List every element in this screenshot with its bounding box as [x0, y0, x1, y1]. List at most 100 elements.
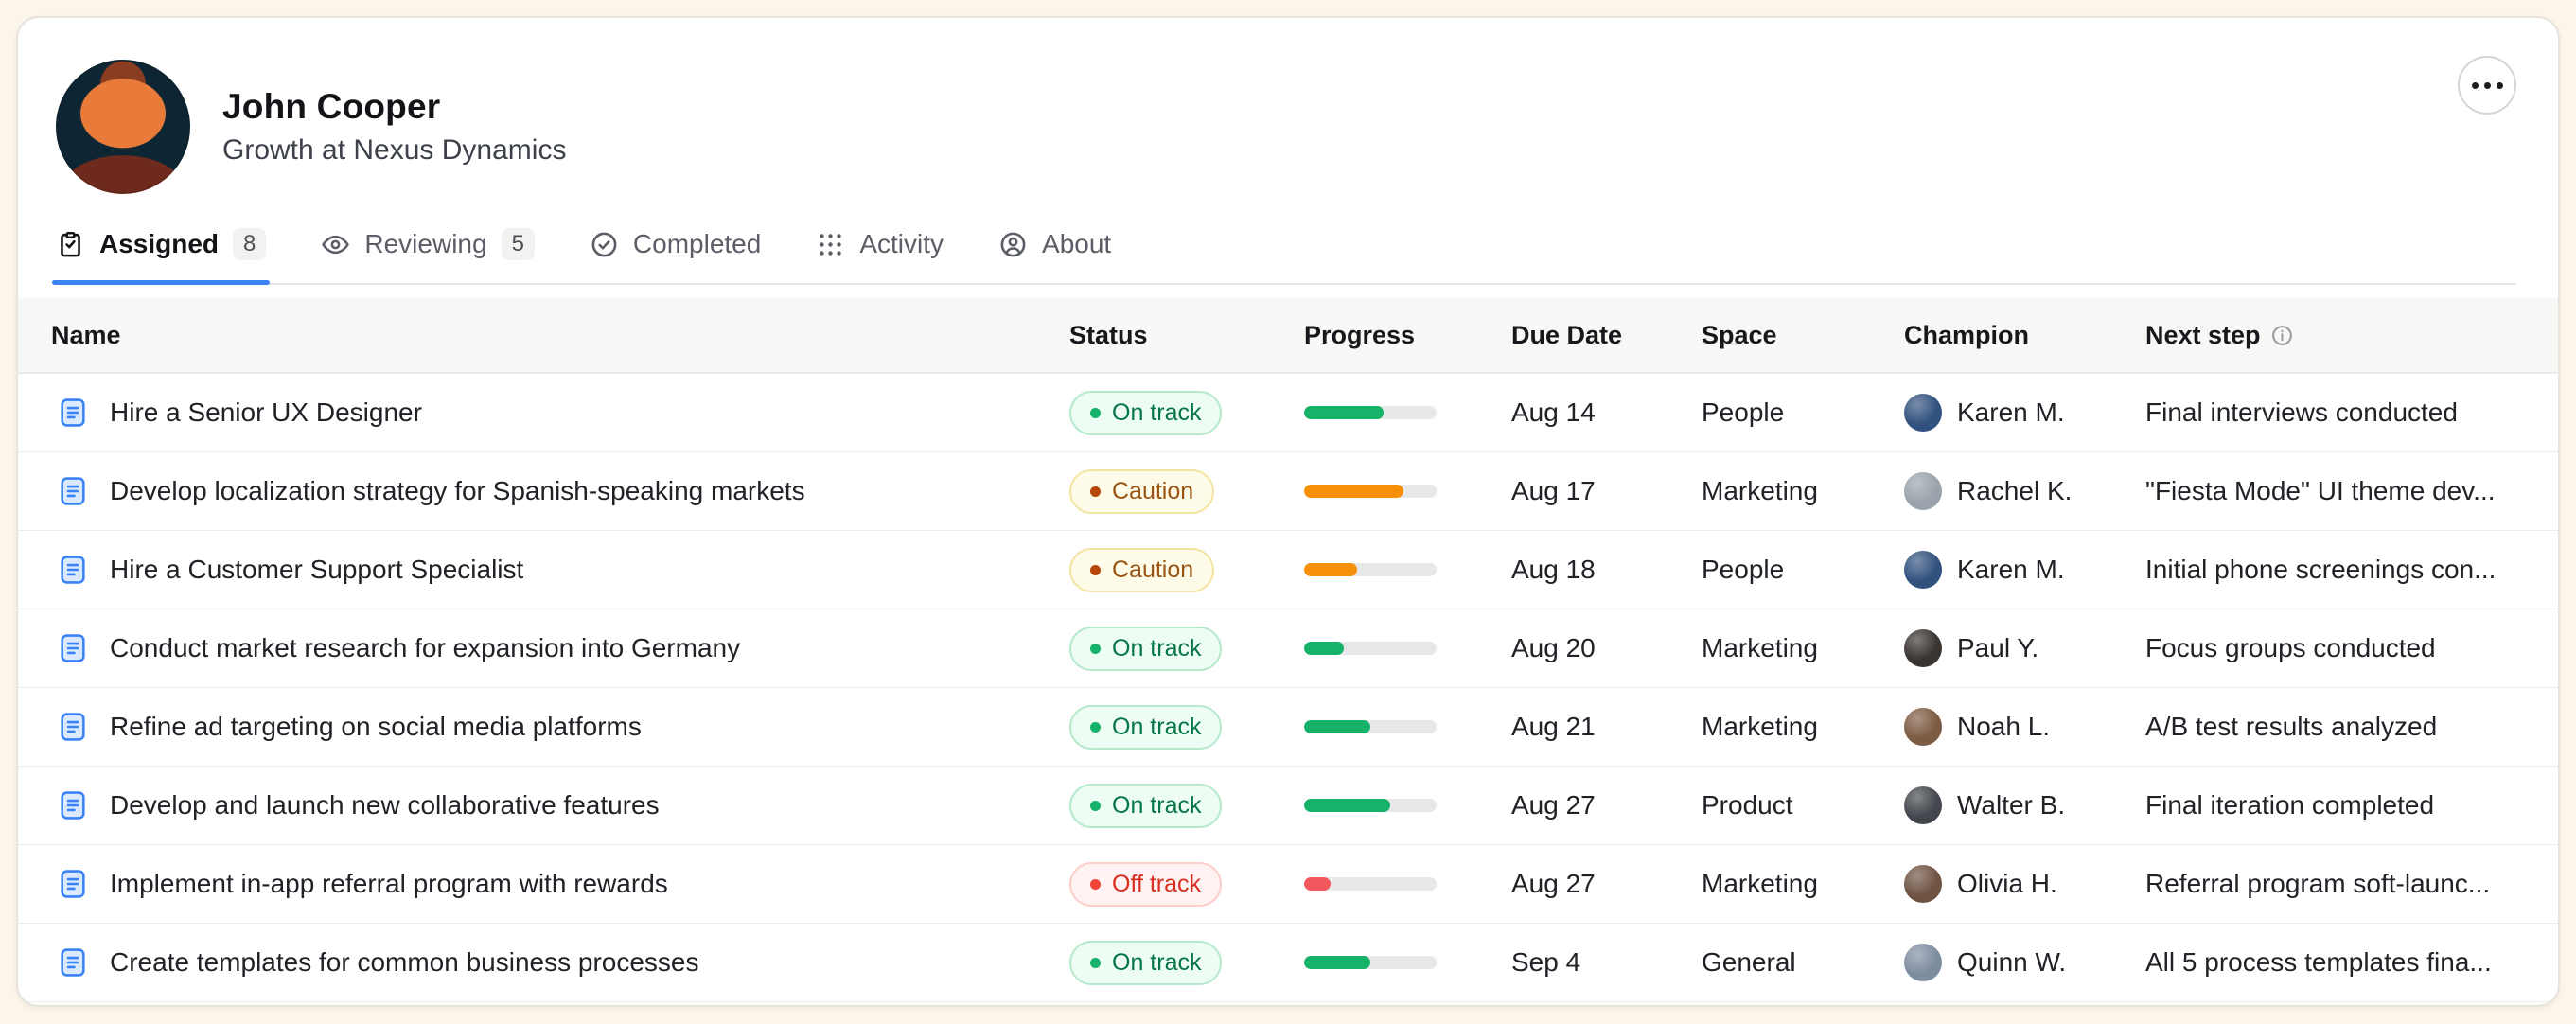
task-name-cell: Create templates for common business pro… [51, 946, 1069, 979]
status-dot-icon [1090, 958, 1101, 968]
status-cell: Off track [1069, 862, 1304, 907]
column-header-name: Name [51, 321, 1069, 350]
profile-header: John Cooper Growth at Nexus Dynamics [56, 60, 2516, 194]
space-cell: Marketing [1702, 869, 1904, 899]
status-cell: On track [1069, 627, 1304, 671]
champion-name: Karen M. [1957, 555, 2065, 585]
progress-bar [1304, 563, 1437, 576]
table-row[interactable]: Implement in-app referral program with r… [18, 845, 2558, 924]
table-body: Hire a Senior UX Designer On track Aug 1… [18, 374, 2558, 1002]
status-badge: On track [1069, 391, 1222, 435]
tab-label: About [1042, 229, 1111, 259]
column-header-label: Space [1702, 321, 1777, 350]
champion-name: Walter B. [1957, 790, 2065, 821]
champion-cell: Olivia H. [1904, 865, 2145, 903]
task-name: Implement in-app referral program with r… [110, 869, 668, 899]
column-header-label: Champion [1904, 321, 2029, 350]
progress-fill [1304, 642, 1344, 655]
tab-label: Completed [633, 229, 761, 259]
tab-count-badge: 5 [502, 228, 535, 260]
space-cell: People [1702, 555, 1904, 585]
table-row[interactable]: Refine ad targeting on social media plat… [18, 688, 2558, 767]
status-dot-icon [1090, 722, 1101, 733]
column-header-label: Status [1069, 321, 1148, 350]
next-step-cell: Focus groups conducted [2145, 633, 2530, 663]
info-icon[interactable] [2270, 324, 2294, 347]
progress-cell [1304, 799, 1511, 812]
champion-name: Noah L. [1957, 712, 2050, 742]
profile-avatar [56, 60, 190, 194]
champion-avatar [1904, 629, 1942, 667]
progress-bar [1304, 485, 1437, 498]
table-row[interactable]: Develop localization strategy for Spanis… [18, 452, 2558, 531]
space-cell: General [1702, 947, 1904, 978]
next-step-cell: Initial phone screenings con... [2145, 555, 2530, 585]
due-date-cell: Aug 21 [1511, 712, 1702, 742]
task-name-cell: Hire a Senior UX Designer [51, 397, 1069, 429]
champion-cell: Noah L. [1904, 708, 2145, 746]
champion-avatar [1904, 551, 1942, 589]
progress-cell [1304, 642, 1511, 655]
status-dot-icon [1090, 486, 1101, 497]
due-date-cell: Aug 27 [1511, 790, 1702, 821]
table-row[interactable]: Conduct market research for expansion in… [18, 609, 2558, 688]
tab-label: Activity [859, 229, 944, 259]
table-header: NameStatusProgressDue DateSpaceChampionN… [18, 298, 2558, 374]
task-name: Hire a Senior UX Designer [110, 397, 422, 428]
champion-avatar [1904, 708, 1942, 746]
document-icon [57, 632, 89, 664]
tab-about[interactable]: About [998, 228, 1111, 283]
status-badge: On track [1069, 784, 1222, 828]
space-cell: People [1702, 397, 1904, 428]
table-row[interactable]: Hire a Senior UX Designer On track Aug 1… [18, 374, 2558, 452]
tab-reviewing[interactable]: Reviewing 5 [321, 228, 535, 283]
status-label: On track [1112, 792, 1201, 820]
document-icon [57, 789, 89, 821]
tab-assigned[interactable]: Assigned 8 [56, 228, 266, 283]
status-badge: On track [1069, 627, 1222, 671]
grid-icon [816, 230, 845, 259]
status-cell: On track [1069, 941, 1304, 985]
tab-activity[interactable]: Activity [816, 228, 944, 283]
status-cell: Caution [1069, 548, 1304, 592]
champion-cell: Paul Y. [1904, 629, 2145, 667]
progress-bar [1304, 956, 1437, 969]
progress-cell [1304, 406, 1511, 419]
ellipsis-icon [2472, 82, 2479, 89]
champion-name: Karen M. [1957, 397, 2065, 428]
progress-fill [1304, 956, 1370, 969]
table-row[interactable]: Create templates for common business pro… [18, 924, 2558, 1002]
status-cell: On track [1069, 705, 1304, 750]
tab-completed[interactable]: Completed [590, 228, 761, 283]
task-name-cell: Refine ad targeting on social media plat… [51, 711, 1069, 743]
task-name: Conduct market research for expansion in… [110, 633, 740, 663]
next-step-cell: "Fiesta Mode" UI theme dev... [2145, 476, 2530, 506]
card-header: John Cooper Growth at Nexus Dynamics Ass… [18, 18, 2558, 285]
profile-subtitle: Growth at Nexus Dynamics [222, 134, 566, 167]
table-row[interactable]: Develop and launch new collaborative fea… [18, 767, 2558, 845]
due-date-cell: Aug 27 [1511, 869, 1702, 899]
champion-name: Quinn W. [1957, 947, 2066, 978]
champion-avatar [1904, 865, 1942, 903]
column-header-due-date: Due Date [1511, 321, 1702, 350]
table-row[interactable]: Hire a Customer Support Specialist Cauti… [18, 531, 2558, 609]
next-step-cell: Referral program soft-launc... [2145, 869, 2530, 899]
column-header-space: Space [1702, 321, 1904, 350]
champion-name: Olivia H. [1957, 869, 2057, 899]
champion-avatar [1904, 394, 1942, 432]
space-cell: Marketing [1702, 476, 1904, 506]
next-step-cell: Final interviews conducted [2145, 397, 2530, 428]
document-icon [57, 711, 89, 743]
status-badge: On track [1069, 705, 1222, 750]
task-name: Develop and launch new collaborative fea… [110, 790, 660, 821]
progress-fill [1304, 485, 1403, 498]
progress-fill [1304, 720, 1370, 733]
space-cell: Marketing [1702, 712, 1904, 742]
profile-name: John Cooper [222, 87, 566, 127]
progress-bar [1304, 799, 1437, 812]
progress-cell [1304, 720, 1511, 733]
progress-fill [1304, 799, 1390, 812]
clipboard-icon [56, 230, 85, 259]
status-badge: Caution [1069, 548, 1214, 592]
more-options-button[interactable] [2458, 56, 2516, 115]
